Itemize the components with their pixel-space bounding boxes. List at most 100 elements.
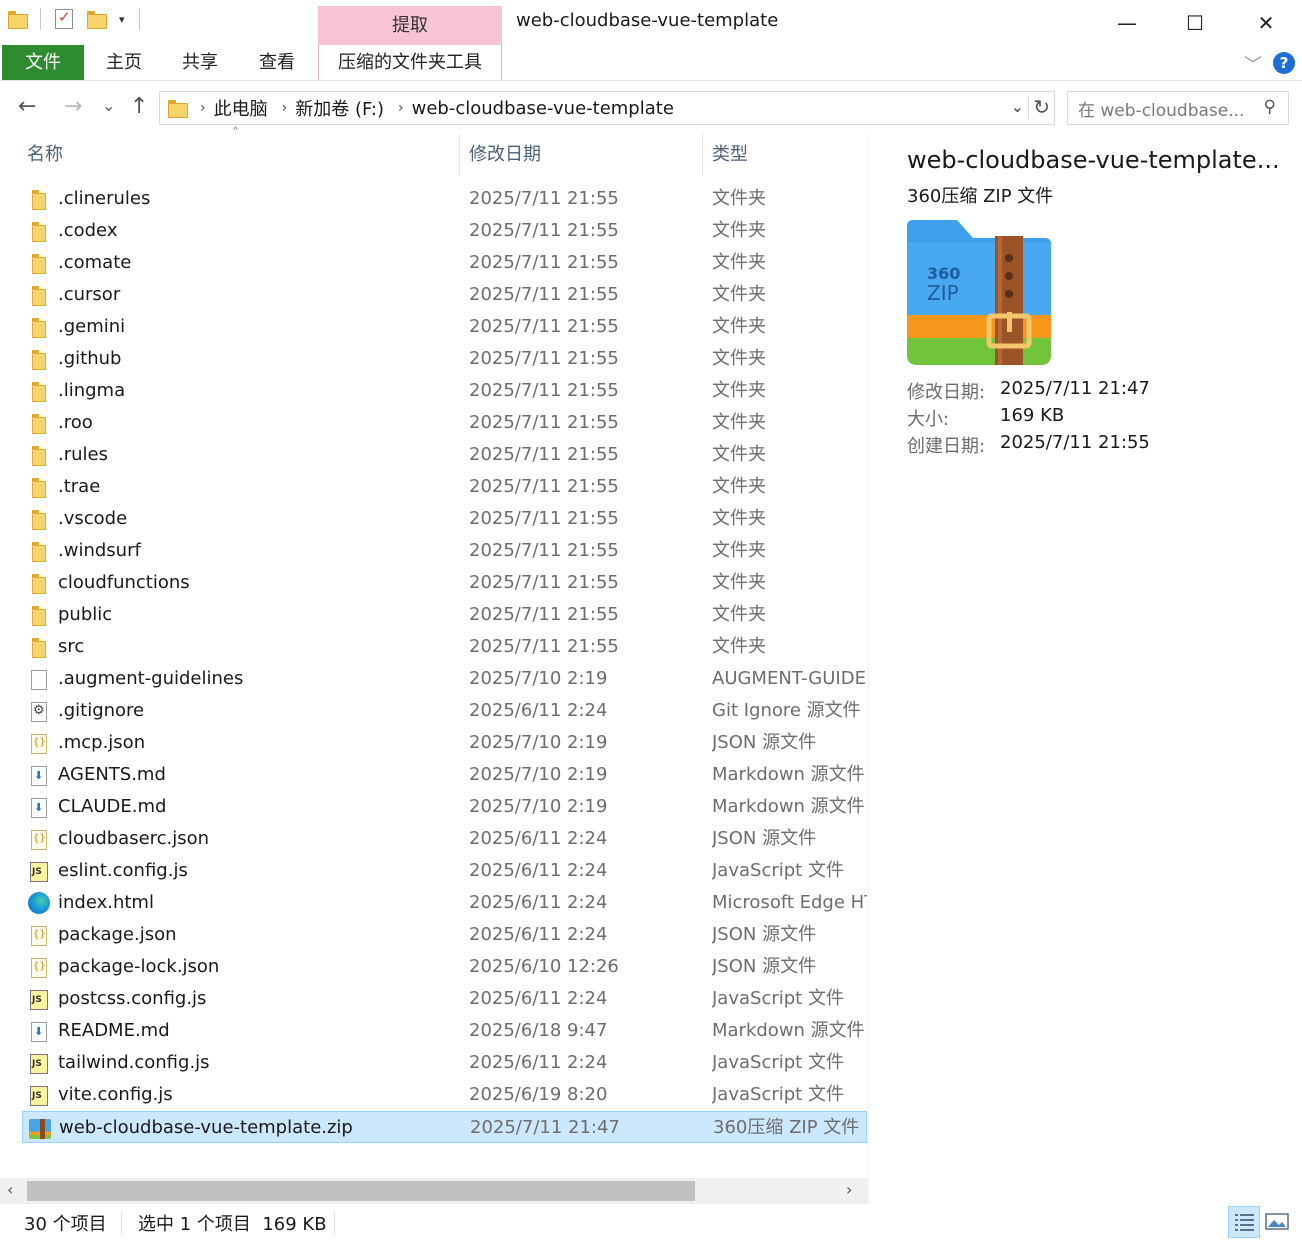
expand-ribbon-icon[interactable]: ﹀ — [1244, 51, 1262, 77]
column-header-date[interactable]: 修改日期 — [469, 134, 541, 176]
file-row[interactable]: package-lock.json 2025/6/10 12:26 JSON 源文件 — [22, 951, 867, 983]
folder-icon[interactable] — [8, 11, 28, 29]
properties-icon[interactable] — [55, 8, 73, 29]
large-icons-view-button[interactable] — [1262, 1206, 1294, 1238]
file-name[interactable]: cloudbaserc.json — [58, 823, 209, 855]
maximize-button[interactable]: ☐ — [1160, 0, 1230, 45]
file-row[interactable]: .lingma 2025/7/11 21:55 文件夹 — [22, 375, 867, 407]
file-row[interactable]: .augment-guidelines 2025/7/10 2:19 AUGMENT… — [22, 663, 867, 695]
file-row[interactable]: .gitignore 2025/6/11 2:24 Git Ignore 源文件 — [22, 695, 867, 727]
scroll-right-icon[interactable]: › — [846, 1180, 852, 1199]
file-name[interactable]: .windsurf — [58, 535, 141, 567]
file-name[interactable]: .roo — [58, 407, 93, 439]
search-icon[interactable]: ⚲ — [1264, 97, 1276, 117]
back-button[interactable]: ← — [18, 94, 36, 119]
file-row[interactable]: .roo 2025/7/11 21:55 文件夹 — [22, 407, 867, 439]
address-dropdown-icon[interactable]: ⌄ — [1011, 97, 1024, 116]
file-name[interactable]: .clinerules — [58, 183, 150, 215]
file-row[interactable]: web-cloudbase-vue-template.zip 2025/7/11 … — [22, 1111, 867, 1143]
file-row[interactable]: cloudbaserc.json 2025/6/11 2:24 JSON 源文件 — [22, 823, 867, 855]
file-name[interactable]: vite.config.js — [58, 1079, 173, 1111]
column-header-type[interactable]: 类型 — [712, 134, 748, 176]
recent-locations-button[interactable]: ⌄ — [102, 96, 115, 115]
file-name[interactable]: .augment-guidelines — [58, 663, 243, 695]
new-folder-icon[interactable] — [87, 11, 107, 29]
file-name[interactable]: .gemini — [58, 311, 125, 343]
file-name[interactable]: postcss.config.js — [58, 983, 206, 1015]
file-name[interactable]: public — [58, 599, 112, 631]
file-name[interactable]: README.md — [58, 1015, 170, 1047]
tab-share[interactable]: 共享 — [174, 45, 226, 80]
file-row[interactable]: eslint.config.js 2025/6/11 2:24 JavaScript… — [22, 855, 867, 888]
address-bar[interactable]: › 此电脑 › 新加卷 (F:) › web-cloudbase-vue-tem… — [159, 91, 1055, 125]
file-row[interactable]: .codex 2025/7/11 21:55 文件夹 — [22, 215, 867, 247]
refresh-icon[interactable]: ↻ — [1028, 95, 1050, 119]
file-row[interactable]: src 2025/7/11 21:55 文件夹 — [22, 631, 867, 663]
up-button[interactable]: ↑ — [130, 94, 148, 119]
chevron-right-icon[interactable]: › — [200, 100, 206, 116]
customize-toolbar-icon[interactable]: ▾ — [119, 13, 125, 26]
file-row[interactable]: public 2025/7/11 21:55 文件夹 — [22, 599, 867, 631]
file-row[interactable]: .gemini 2025/7/11 21:55 文件夹 — [22, 311, 867, 343]
file-row[interactable]: postcss.config.js 2025/6/11 2:24 JavaScrip… — [22, 983, 867, 1016]
forward-button[interactable]: → — [64, 94, 82, 119]
search-box[interactable]: 在 web-cloudbase... ⚲ — [1067, 91, 1289, 125]
file-name[interactable]: web-cloudbase-vue-template.zip — [59, 1112, 353, 1144]
breadcrumb-folder[interactable]: web-cloudbase-vue-template — [412, 98, 674, 119]
scrollbar-thumb[interactable] — [27, 1181, 695, 1201]
close-button[interactable]: ✕ — [1231, 0, 1301, 45]
file-name[interactable]: cloudfunctions — [58, 567, 190, 599]
file-row[interactable]: .trae 2025/7/11 21:55 文件夹 — [22, 471, 867, 503]
file-row[interactable]: index.html 2025/6/11 2:24 Microsoft Edge H… — [22, 887, 867, 919]
file-name[interactable]: CLAUDE.md — [58, 791, 166, 823]
file-name[interactable]: .rules — [58, 439, 108, 471]
file-row[interactable]: tailwind.config.js 2025/6/11 2:24 JavaScri… — [22, 1047, 867, 1080]
file-row[interactable]: .cursor 2025/7/11 21:55 文件夹 — [22, 279, 867, 311]
file-name[interactable]: .cursor — [58, 279, 120, 311]
search-input[interactable]: 在 web-cloudbase... — [1078, 96, 1244, 121]
file-row[interactable]: cloudfunctions 2025/7/11 21:55 文件夹 — [22, 567, 867, 599]
tab-view[interactable]: 查看 — [251, 45, 303, 80]
chevron-right-icon[interactable]: › — [282, 100, 288, 116]
column-divider[interactable] — [459, 134, 460, 176]
breadcrumb-this-pc[interactable]: 此电脑 — [214, 95, 268, 121]
file-name[interactable]: src — [58, 631, 84, 663]
minimize-button[interactable]: — — [1092, 0, 1162, 45]
breadcrumb-drive[interactable]: 新加卷 (F:) — [295, 95, 384, 121]
file-name[interactable]: index.html — [58, 887, 154, 919]
file-name[interactable]: .gitignore — [58, 695, 144, 727]
file-row[interactable]: .github 2025/7/11 21:55 文件夹 — [22, 343, 867, 375]
file-row[interactable]: .windsurf 2025/7/11 21:55 文件夹 — [22, 535, 867, 567]
file-row[interactable]: .clinerules 2025/7/11 21:55 文件夹 — [22, 183, 867, 215]
file-name[interactable]: tailwind.config.js — [58, 1047, 210, 1079]
file-name[interactable]: package.json — [58, 919, 177, 951]
file-name[interactable]: eslint.config.js — [58, 855, 188, 887]
chevron-right-icon[interactable]: › — [398, 100, 404, 116]
file-name[interactable]: .codex — [58, 215, 117, 247]
file-row[interactable]: .vscode 2025/7/11 21:55 文件夹 — [22, 503, 867, 535]
tab-compressed-folder-tools[interactable]: 压缩的文件夹工具 — [318, 45, 502, 80]
file-row[interactable]: AGENTS.md 2025/7/10 2:19 Markdown 源文件 — [22, 759, 867, 792]
preview-divider[interactable] — [868, 134, 869, 1204]
column-divider[interactable] — [702, 134, 703, 176]
tab-file[interactable]: 文件 — [2, 45, 84, 80]
context-tab-extract[interactable]: 提取 — [318, 6, 502, 45]
file-name[interactable]: .github — [58, 343, 121, 375]
file-row[interactable]: package.json 2025/6/11 2:24 JSON 源文件 — [22, 919, 867, 951]
file-name[interactable]: .vscode — [58, 503, 127, 535]
file-name[interactable]: package-lock.json — [58, 951, 219, 983]
horizontal-scrollbar[interactable]: ‹ › — [0, 1178, 868, 1204]
file-name[interactable]: .mcp.json — [58, 727, 145, 759]
file-row[interactable]: README.md 2025/6/18 9:47 Markdown 源文件 — [22, 1015, 867, 1048]
tab-home[interactable]: 主页 — [98, 45, 150, 80]
file-row[interactable]: .rules 2025/7/11 21:55 文件夹 — [22, 439, 867, 471]
file-row[interactable]: vite.config.js 2025/6/19 8:20 JavaScript 文… — [22, 1079, 867, 1112]
file-name[interactable]: .lingma — [58, 375, 125, 407]
file-name[interactable]: .trae — [58, 471, 100, 503]
details-view-button[interactable] — [1228, 1206, 1260, 1238]
file-row[interactable]: CLAUDE.md 2025/7/10 2:19 Markdown 源文件 — [22, 791, 867, 824]
column-header-name[interactable]: 名称 — [27, 134, 63, 176]
file-name[interactable]: .comate — [58, 247, 131, 279]
file-name[interactable]: AGENTS.md — [58, 759, 166, 791]
file-row[interactable]: .comate 2025/7/11 21:55 文件夹 — [22, 247, 867, 279]
